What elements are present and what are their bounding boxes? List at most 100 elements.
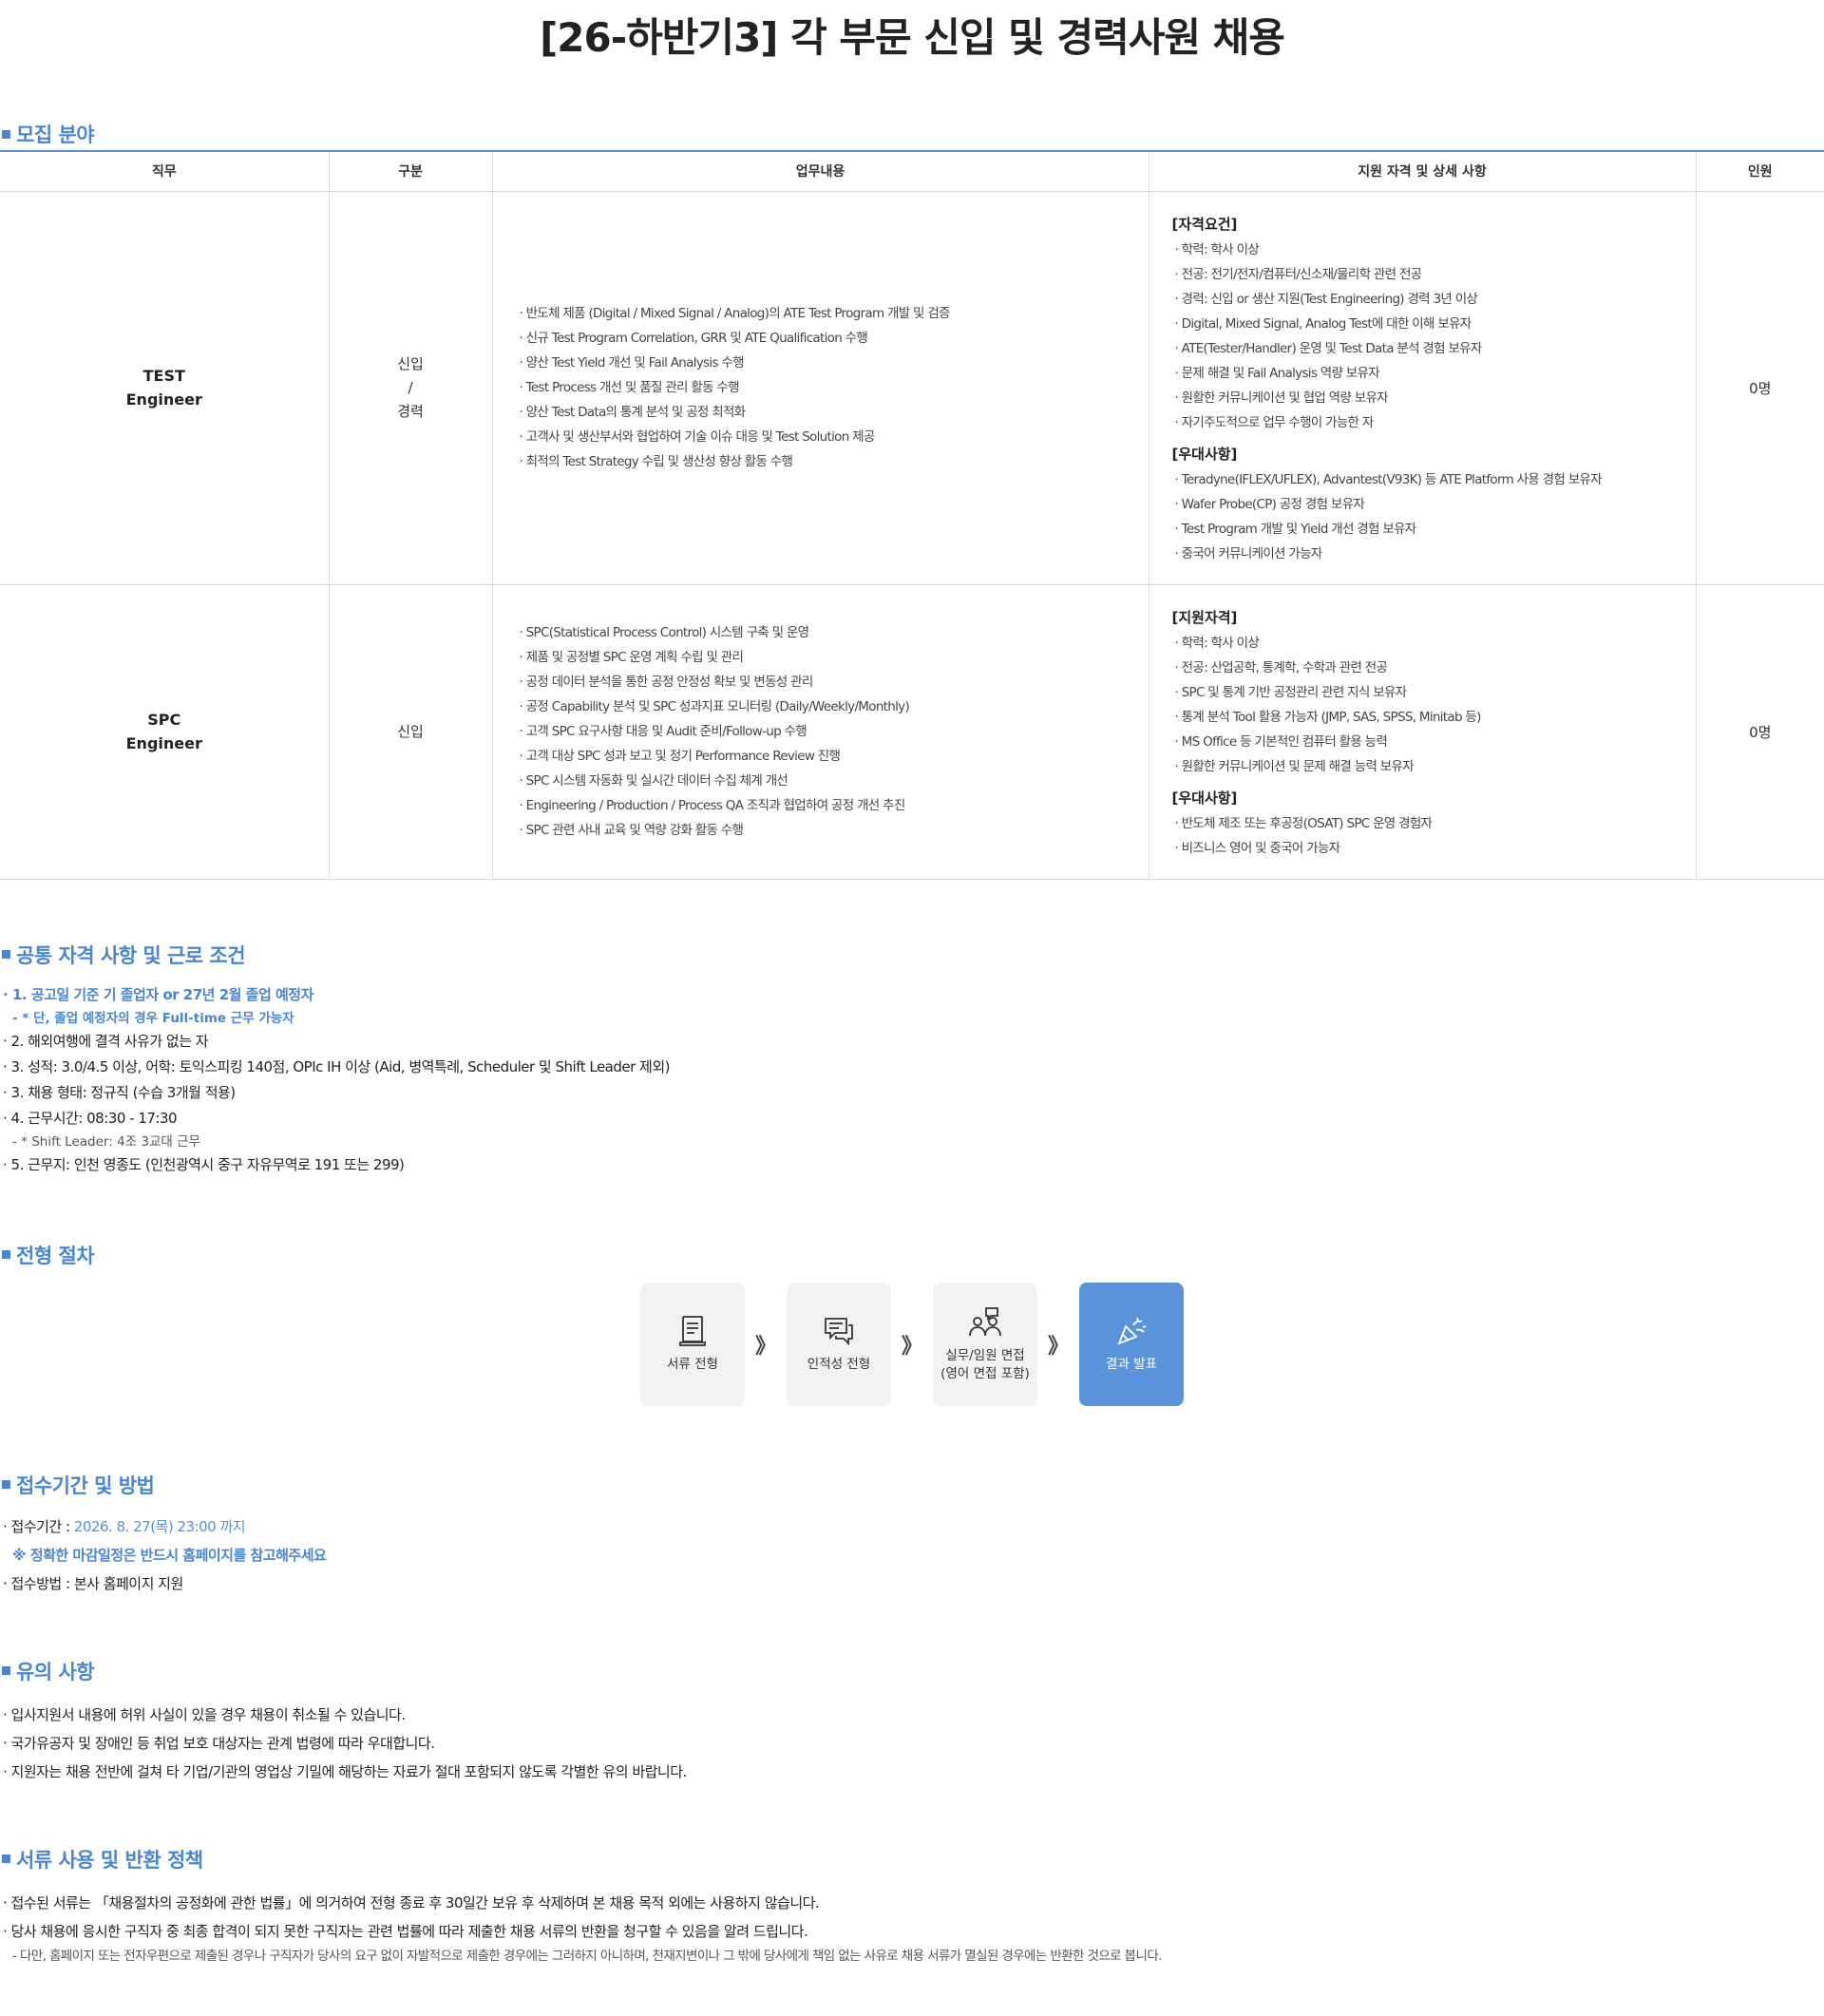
job-title-line: Engineer (125, 390, 202, 409)
qualification-cell: [자격요건] · 학력: 학사 이상 · 전공: 전기/전자/컴퓨터/신소재/물… (1149, 191, 1697, 585)
process-step-label: 인적성 전형 (807, 1357, 871, 1372)
duty-list: · 반도체 제품 (Digital / Mixed Signal / Analo… (520, 301, 1149, 474)
chevron-double-right-icon: 》 (901, 1334, 922, 1359)
col-header-count: 인원 (1696, 151, 1824, 192)
apply-period-label: · 접수기간 : (3, 1517, 74, 1535)
kind-cell: 신입 / 경력 (329, 191, 493, 585)
duty-item: · 양산 Test Yield 개선 및 Fail Analysis 수행 (519, 355, 745, 371)
section-notice-label: 유의 사항 (16, 1660, 95, 1683)
square-bullet-icon (2, 950, 10, 959)
condition-item: · 2. 해외여행에 결격 사유가 없는 자 (3, 1032, 209, 1050)
square-bullet-icon (2, 1666, 10, 1675)
page-title: [26-하반기3] 각 부문 신입 및 경력사원 채용 (540, 14, 1285, 61)
section-process-heading: 전형 절차 (0, 1239, 1824, 1271)
qualification-item: · Digital, Mixed Signal, Analog Test에 대한… (1174, 316, 1472, 332)
qualification-heading: [지원자격] (1171, 609, 1238, 626)
qualification-item: · 전공: 전기/전자/컴퓨터/신소재/물리학 관련 전공 (1174, 267, 1423, 282)
job-title-line: SPC (147, 711, 181, 729)
square-bullet-icon (2, 1854, 10, 1863)
section-policy-label: 서류 사용 및 반환 정책 (16, 1848, 203, 1872)
apply-note: ※ 정확한 마감일정은 반드시 홈페이지를 참고해주세요 (12, 1546, 327, 1564)
policy-item: · 당사 채용에 응시한 구직자 중 최종 합격이 되지 못한 구직자는 관련 … (3, 1922, 808, 1940)
common-conditions-list: · 1. 공고일 기준 기 졸업자 or 27년 2월 졸업 예정자 - * 단… (0, 982, 1824, 1178)
col-header-duty: 업무내용 (492, 151, 1150, 192)
qualification-heading: [자격요건] (1171, 216, 1238, 233)
duty-item: · 최적의 Test Strategy 수립 및 생산성 향상 활동 수행 (519, 454, 793, 469)
process-step-result: 결과 발표 (1079, 1282, 1184, 1406)
duty-item: · 제품 및 공정별 SPC 운영 계획 수립 및 관리 (519, 650, 744, 665)
duty-list: · SPC(Statistical Process Control) 시스템 구… (520, 620, 1149, 843)
preference-item: · Wafer Probe(CP) 공정 경험 보유자 (1174, 497, 1365, 512)
chevron-double-right-icon: 》 (754, 1334, 776, 1359)
qualification-item: · 문제 해결 및 Fail Analysis 역량 보유자 (1174, 366, 1380, 381)
kind-line: 경력 (397, 402, 424, 420)
duty-item: · 공정 Capability 분석 및 SPC 성과지표 모니터링 (Dail… (519, 699, 910, 714)
qualification-item: · 원활한 커뮤니케이션 및 협업 역량 보유자 (1174, 390, 1389, 406)
qualification-cell: [지원자격] · 학력: 학사 이상 · 전공: 산업공학, 통계학, 수학과 … (1149, 584, 1697, 880)
condition-item: · 1. 공고일 기준 기 졸업자 or 27년 2월 졸업 예정자 (3, 985, 314, 1003)
section-policy-heading: 서류 사용 및 반환 정책 (0, 1843, 1824, 1875)
section-recruit-label: 모집 분야 (16, 124, 95, 146)
duty-item: · SPC 시스템 자동화 및 실시간 데이터 수집 체계 개선 (519, 773, 788, 789)
preference-list: · 반도체 제조 또는 후공정(OSAT) SPC 운영 경험자 · 비즈니스 … (1172, 811, 1696, 861)
duty-cell: · 반도체 제품 (Digital / Mixed Signal / Analo… (492, 191, 1150, 585)
duty-cell: · SPC(Statistical Process Control) 시스템 구… (492, 584, 1150, 880)
process-step-label: 서류 전형 (667, 1357, 718, 1372)
notice-item: · 지원자는 채용 전반에 걸쳐 타 기업/기관의 영업상 기밀에 해당하는 자… (3, 1762, 687, 1780)
qualification-item: · 경력: 신입 or 생산 지원(Test Engineering) 경력 3… (1174, 292, 1478, 307)
process-step-interview: 실무/임원 면접 (영어 면접 포함) (933, 1282, 1037, 1406)
process-step-label: 실무/임원 면접 (945, 1347, 1025, 1363)
duty-item: · SPC(Statistical Process Control) 시스템 구… (519, 625, 810, 640)
qualification-item: · 자기주도적으로 업무 수행이 가능한 자 (1174, 415, 1375, 430)
chevron-double-right-icon: 》 (1047, 1334, 1069, 1359)
apply-method: · 접수방법 : 본사 홈페이지 지원 (3, 1574, 183, 1592)
job-title-line: TEST (142, 367, 185, 385)
policy-subnote: - 다만, 홈페이지 또는 전자우편으로 제출된 경우나 구직자가 당사의 요구… (12, 1948, 1162, 1964)
process-step-document: 서류 전형 (640, 1282, 745, 1406)
qualification-item: · 전공: 산업공학, 통계학, 수학과 관련 전공 (1174, 660, 1388, 675)
preference-item: · 비즈니스 영어 및 중국어 가능자 (1174, 841, 1341, 856)
col-header-job: 직무 (0, 151, 330, 192)
count-cell: 0명 (1696, 191, 1824, 585)
section-apply-label: 접수기간 및 방법 (16, 1474, 155, 1497)
qualification-list: · 학력: 학사 이상 · 전공: 산업공학, 통계학, 수학과 관련 전공 ·… (1172, 631, 1696, 779)
qualification-item: · MS Office 등 기본적인 컴퓨터 활용 능력 (1174, 734, 1388, 750)
section-apply-heading: 접수기간 및 방법 (0, 1469, 1824, 1501)
duty-item: · 공정 데이터 분석을 통한 공정 안정성 확보 및 변동성 관리 (519, 675, 814, 690)
document-icon (679, 1316, 706, 1346)
notice-item: · 입사지원서 내용에 허위 사실이 있을 경우 채용이 취소될 수 있습니다. (3, 1705, 406, 1723)
section-process-label: 전형 절차 (16, 1244, 95, 1267)
duty-item: · Test Process 개선 및 품질 관리 활동 수행 (519, 380, 740, 395)
apply-info: · 접수기간 : 2026. 8. 27(목) 23:00 까지 ※ 정확한 마… (0, 1512, 1824, 1598)
table-row: SPC Engineer 신입 · SPC(Statistical Proces… (0, 584, 1824, 880)
kind-line: 신입 (397, 722, 424, 740)
job-title-line: Engineer (125, 734, 202, 752)
process-step-label: 결과 발표 (1106, 1357, 1157, 1372)
policy-item: · 접수된 서류는 「채용절차의 공정화에 관한 법률」에 의거하여 전형 종료… (3, 1893, 820, 1911)
condition-item: · 5. 근무지: 인천 영종도 (인천광역시 중구 자유무역로 191 또는 … (3, 1155, 405, 1173)
preference-item: · 반도체 제조 또는 후공정(OSAT) SPC 운영 경험자 (1174, 816, 1433, 831)
chat-icon (825, 1318, 853, 1346)
qualification-item: · 학력: 학사 이상 (1174, 242, 1260, 257)
qualification-list: · 학력: 학사 이상 · 전공: 전기/전자/컴퓨터/신소재/물리학 관련 전… (1172, 238, 1696, 435)
duty-item: · 신규 Test Program Correlation, GRR 및 ATE… (519, 331, 868, 346)
preference-heading: [우대사항] (1171, 789, 1238, 807)
qualification-item: · ATE(Tester/Handler) 운영 및 Test Data 분석 … (1174, 341, 1483, 356)
kind-line: 신입 (397, 354, 424, 372)
section-common-label: 공통 자격 사항 및 근로 조건 (16, 943, 246, 967)
apply-period: · 접수기간 : 2026. 8. 27(목) 23:00 까지 (3, 1512, 1824, 1541)
notice-list: · 입사지원서 내용에 허위 사실이 있을 경우 채용이 취소될 수 있습니다.… (0, 1701, 1824, 1786)
job-cell: TEST Engineer (0, 191, 330, 585)
section-common-heading: 공통 자격 사항 및 근로 조건 (0, 941, 1824, 969)
square-bullet-icon (2, 1250, 10, 1259)
condition-item: · 3. 성적: 3.0/4.5 이상, 어학: 토익스피킹 140점, OPI… (3, 1057, 671, 1075)
duty-item: · 고객 대상 SPC 성과 보고 및 정기 Performance Revie… (519, 749, 841, 764)
table-row: TEST Engineer 신입 / 경력 · 반도체 제품 (Digital … (0, 191, 1824, 585)
square-bullet-icon (2, 129, 10, 139)
preference-heading: [우대사항] (1171, 446, 1238, 463)
process-step-label: (영어 면접 포함) (940, 1365, 1030, 1381)
count-cell: 0명 (1696, 584, 1824, 880)
condition-subnote: - * Shift Leader: 4조 3교대 근무 (12, 1133, 200, 1150)
notice-item: · 국가유공자 및 장애인 등 취업 보호 대상자는 관계 법령에 따라 우대합… (3, 1734, 435, 1752)
duty-item: · 양산 Test Data의 통계 분석 및 공정 최적화 (519, 405, 747, 420)
